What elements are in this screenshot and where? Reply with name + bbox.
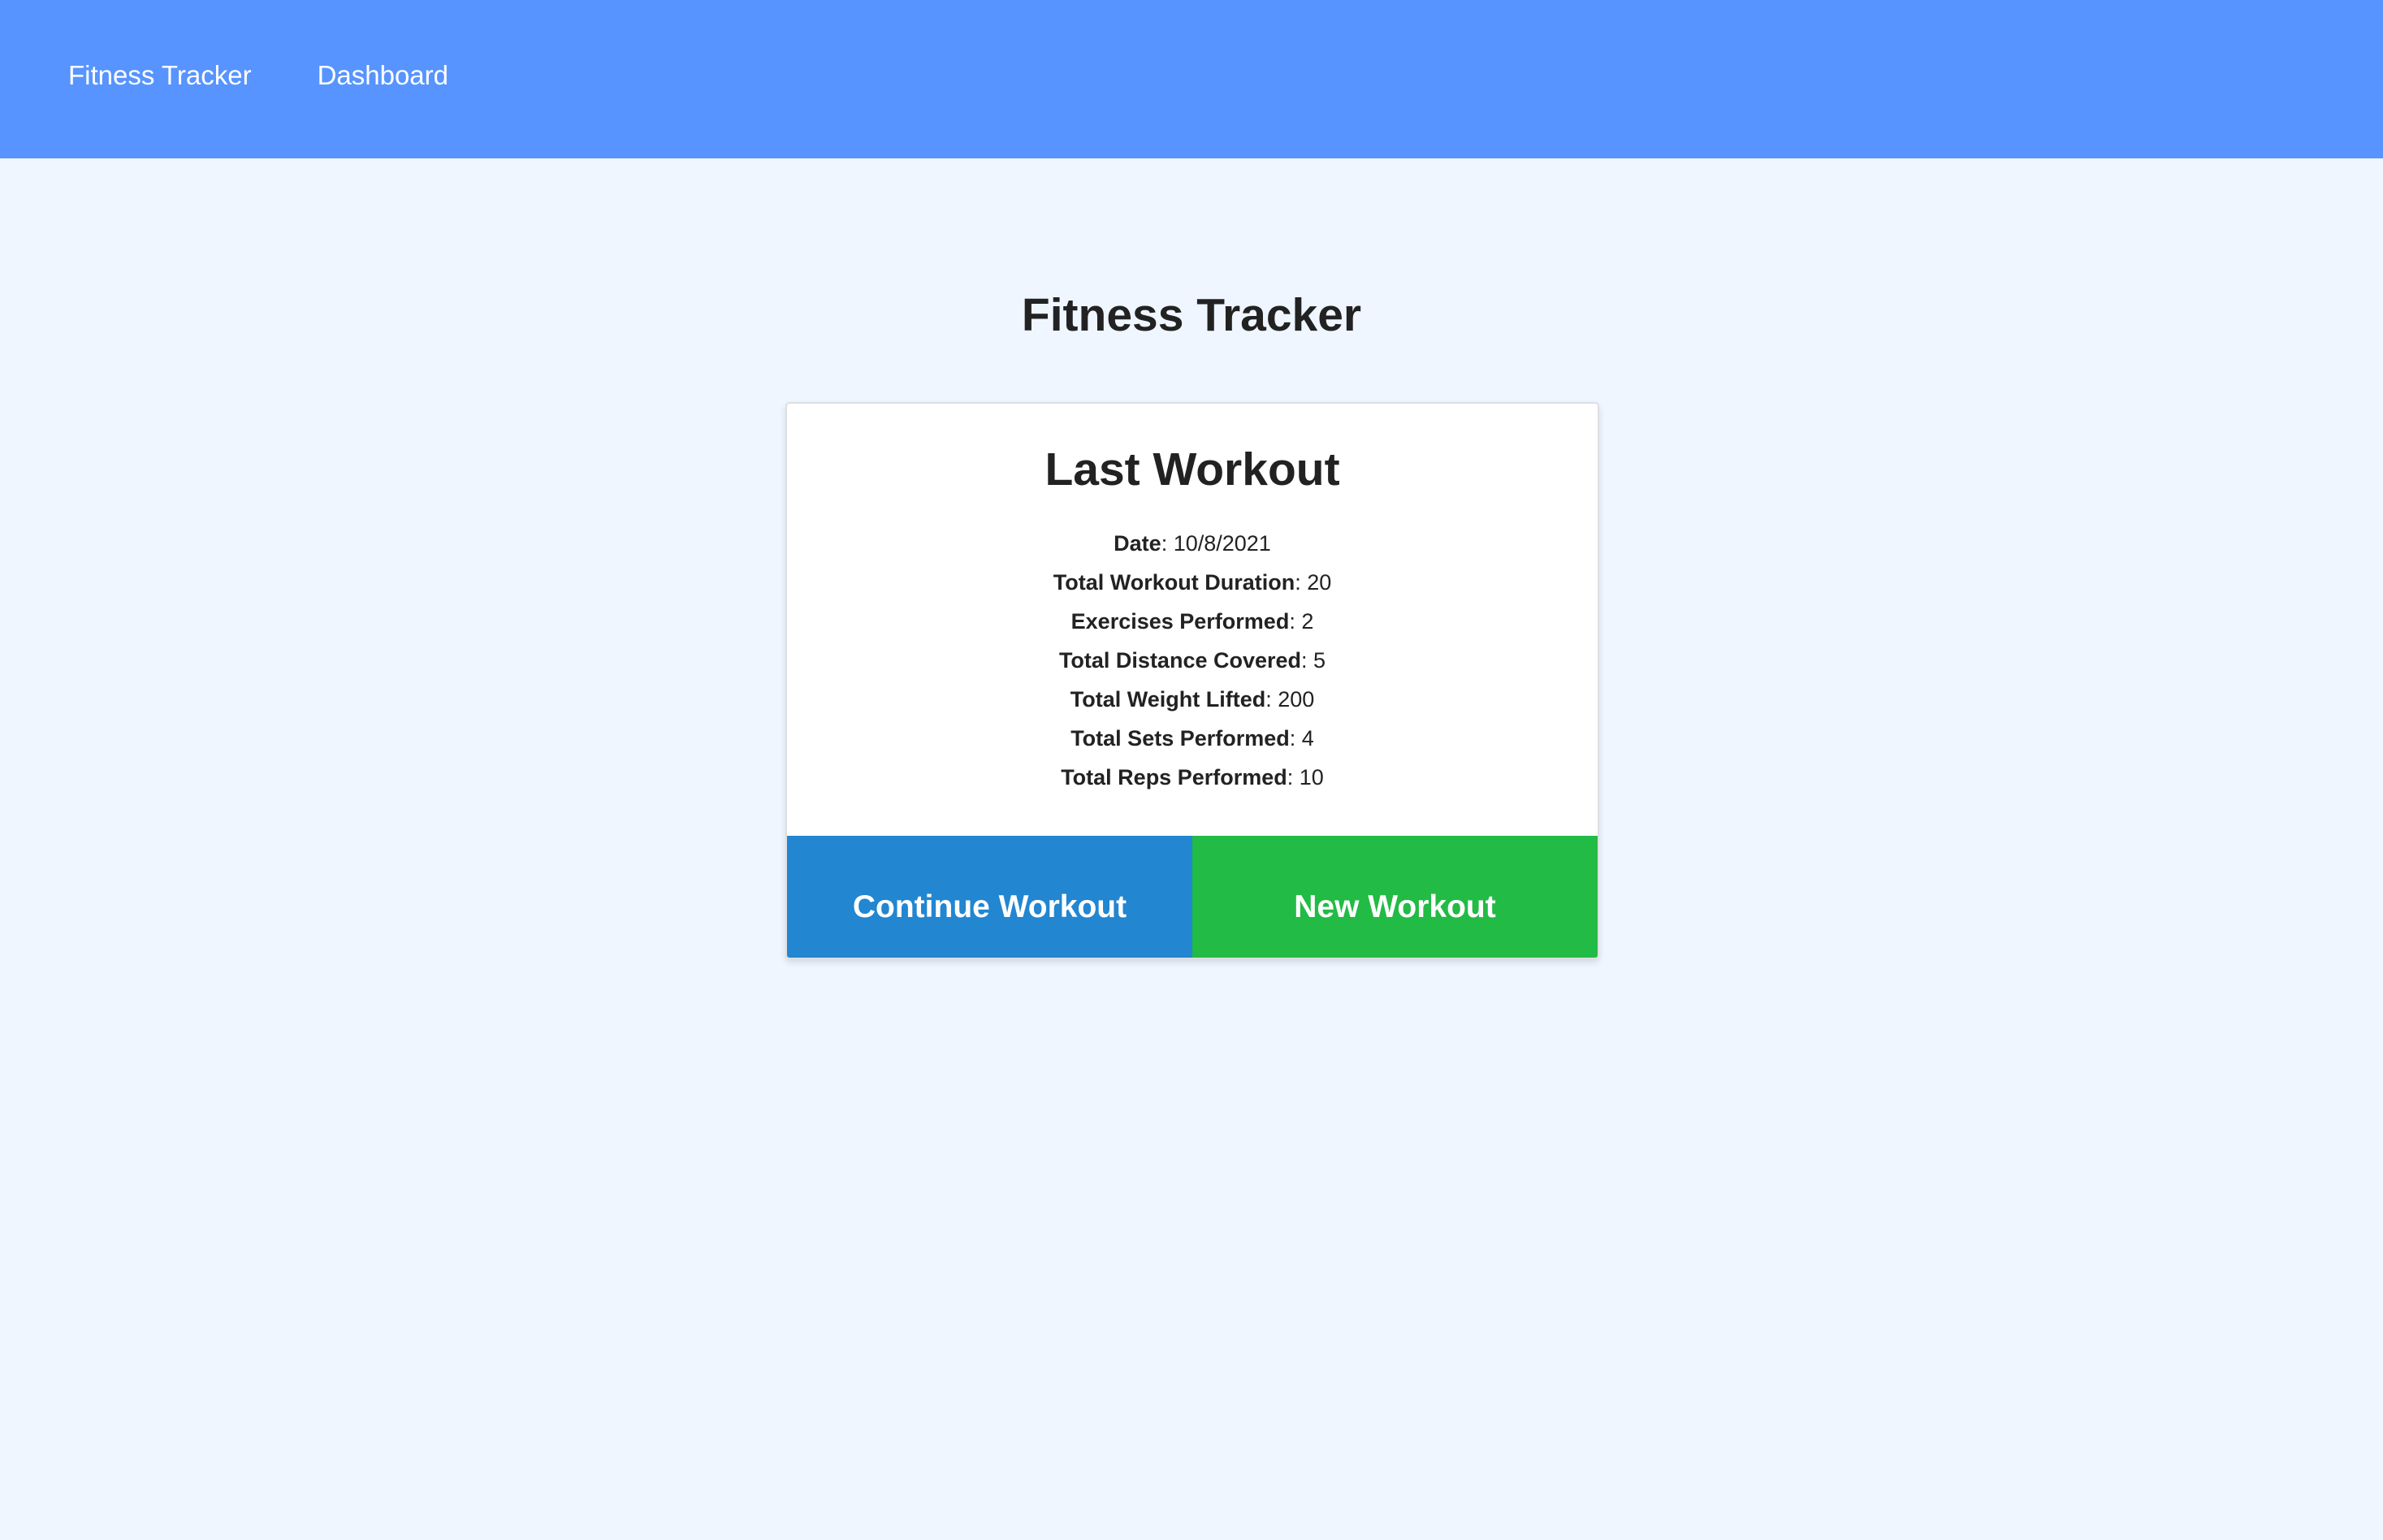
- stat-value: : 4: [1289, 726, 1314, 751]
- stat-label: Date: [1114, 531, 1161, 556]
- stat-date: Date: 10/8/2021: [787, 524, 1598, 563]
- card-title: Last Workout: [1044, 443, 1340, 495]
- stat-total-weight: Total Weight Lifted: 200: [787, 680, 1598, 719]
- stat-value: : 10: [1287, 765, 1324, 789]
- stat-label: Total Workout Duration: [1053, 570, 1295, 595]
- page-title: Fitness Tracker: [1021, 289, 1362, 341]
- stat-value: : 5: [1301, 648, 1326, 673]
- workout-stats: Date: 10/8/2021 Total Workout Duration: …: [787, 524, 1598, 797]
- stat-exercises-performed: Exercises Performed: 2: [787, 602, 1598, 641]
- stat-value: : 10/8/2021: [1161, 531, 1271, 556]
- stat-value: : 20: [1295, 570, 1332, 595]
- stat-label: Total Sets Performed: [1070, 726, 1290, 751]
- stat-label: Exercises Performed: [1070, 609, 1290, 634]
- new-workout-button[interactable]: New Workout: [1192, 836, 1598, 958]
- stat-total-reps: Total Reps Performed: 10: [787, 758, 1598, 797]
- stat-total-duration: Total Workout Duration: 20: [787, 563, 1598, 602]
- stat-label: Total Distance Covered: [1058, 648, 1302, 673]
- stat-label: Total Weight Lifted: [1070, 687, 1266, 712]
- continue-workout-button[interactable]: Continue Workout: [787, 836, 1192, 958]
- nav-dashboard-link[interactable]: Dashboard: [318, 60, 448, 91]
- nav-brand-link[interactable]: Fitness Tracker: [68, 60, 252, 91]
- stat-label: Total Reps Performed: [1061, 765, 1287, 789]
- card-actions: Continue Workout New Workout: [787, 836, 1598, 958]
- stat-total-distance: Total Distance Covered: 5: [787, 641, 1598, 680]
- stat-total-sets: Total Sets Performed: 4: [787, 719, 1598, 758]
- stat-value: : 2: [1289, 609, 1314, 634]
- stat-value: : 200: [1265, 687, 1315, 712]
- top-navbar: Fitness Tracker Dashboard: [0, 0, 2383, 158]
- last-workout-card: Last Workout Date: 10/8/2021 Total Worko…: [785, 402, 1599, 959]
